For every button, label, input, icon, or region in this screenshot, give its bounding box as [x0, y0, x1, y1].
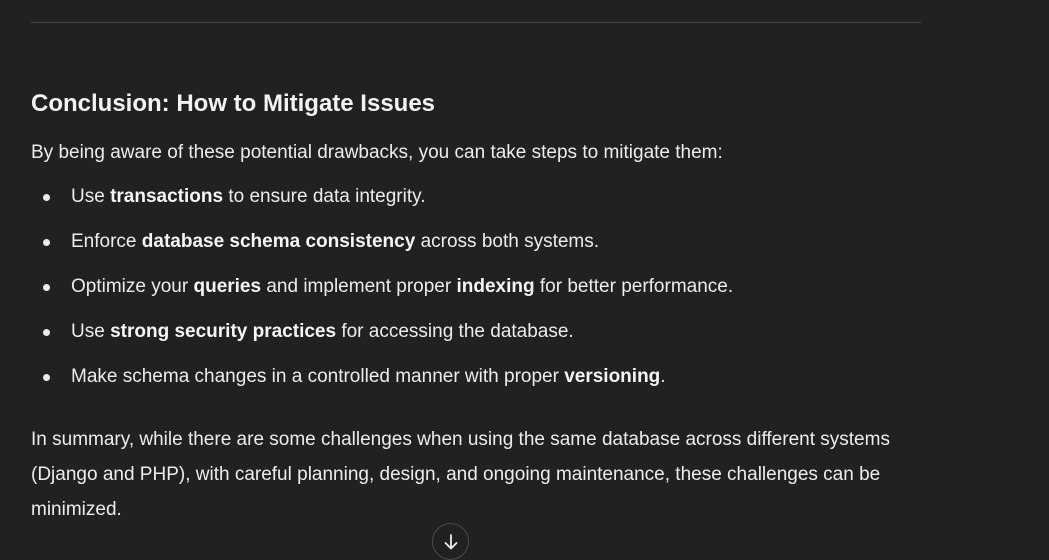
summary-paragraph: In summary, while there are some challen… — [31, 429, 890, 520]
section-heading: Conclusion: How to Mitigate Issues — [31, 90, 436, 117]
list-item: Make schema changes in a controlled mann… — [31, 362, 921, 407]
bullet-icon — [43, 194, 50, 201]
item-text: for better performance. — [534, 276, 734, 297]
scroll-to-bottom-button[interactable] — [432, 523, 469, 560]
bullet-icon — [43, 374, 50, 381]
arrow-down-icon — [444, 533, 457, 549]
bullet-icon — [43, 284, 50, 291]
item-text: Enforce — [71, 231, 142, 252]
bullet-icon — [43, 239, 50, 246]
item-bold: strong security practices — [110, 321, 337, 342]
item-text: Optimize your — [71, 276, 194, 297]
item-bold: versioning — [564, 366, 661, 387]
mitigation-list: Use transactions to ensure data integrit… — [31, 182, 921, 407]
item-bold: database schema consistency — [141, 231, 416, 252]
item-text: to ensure data integrity. — [223, 186, 426, 207]
item-text: Make schema changes in a controlled mann… — [71, 366, 565, 387]
bullet-icon — [43, 329, 50, 336]
intro-paragraph: By being aware of these potential drawba… — [31, 142, 723, 163]
item-text: for accessing the database. — [336, 321, 574, 342]
item-text: . — [660, 366, 666, 387]
item-text: and implement proper — [261, 276, 457, 297]
list-item: Optimize your queries and implement prop… — [31, 272, 921, 317]
section-divider — [31, 22, 921, 23]
list-item: Use transactions to ensure data integrit… — [31, 182, 921, 227]
item-bold: indexing — [456, 276, 535, 297]
list-item: Enforce database schema consistency acro… — [31, 227, 921, 272]
item-text: Use — [71, 321, 111, 342]
item-text: Use — [71, 186, 111, 207]
item-text: across both systems. — [415, 231, 600, 252]
list-item: Use strong security practices for access… — [31, 317, 921, 362]
item-bold: transactions — [110, 186, 224, 207]
item-bold: queries — [193, 276, 262, 297]
